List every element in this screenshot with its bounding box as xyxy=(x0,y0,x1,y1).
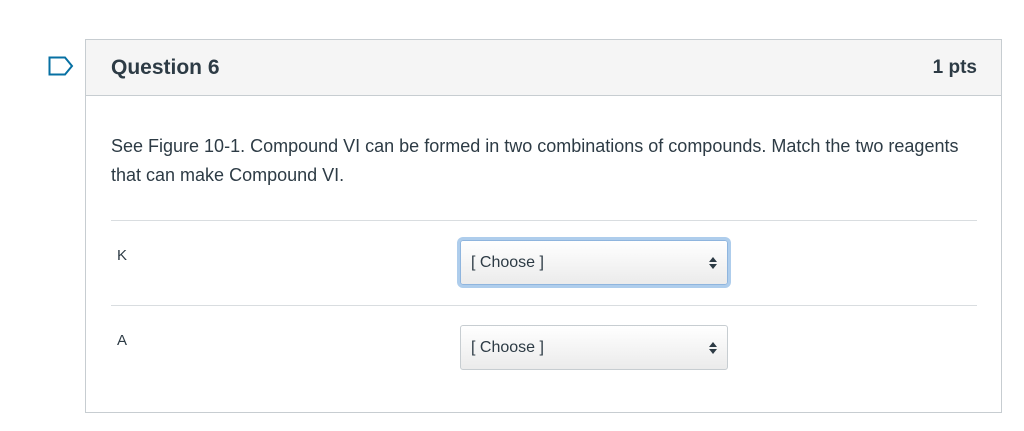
flag-outline-icon xyxy=(48,56,74,76)
answer-row-k: K [ Choose ] xyxy=(111,220,977,305)
answer-label: A xyxy=(117,332,128,349)
answer-select-k[interactable]: [ Choose ] xyxy=(460,240,728,285)
question-text: See Figure 10-1. Compound VI can be form… xyxy=(111,136,959,185)
select-value: [ Choose ] xyxy=(471,338,544,356)
answer-label: K xyxy=(117,247,128,264)
question-points: 1 pts xyxy=(932,56,977,78)
answer-select-a[interactable]: [ Choose ] xyxy=(460,325,728,370)
select-value: [ Choose ] xyxy=(471,253,544,271)
question-body: See Figure 10-1. Compound VI can be form… xyxy=(86,96,1001,390)
up-down-arrows-icon xyxy=(709,256,717,269)
answer-row-a: A [ Choose ] xyxy=(111,305,977,390)
question-title: Question 6 xyxy=(111,55,220,79)
question-card: Question 6 1 pts See Figure 10-1. Compou… xyxy=(85,39,1002,413)
question-header: Question 6 1 pts xyxy=(86,40,1001,96)
flag-question-icon[interactable] xyxy=(48,56,74,76)
up-down-arrows-icon xyxy=(709,341,717,354)
